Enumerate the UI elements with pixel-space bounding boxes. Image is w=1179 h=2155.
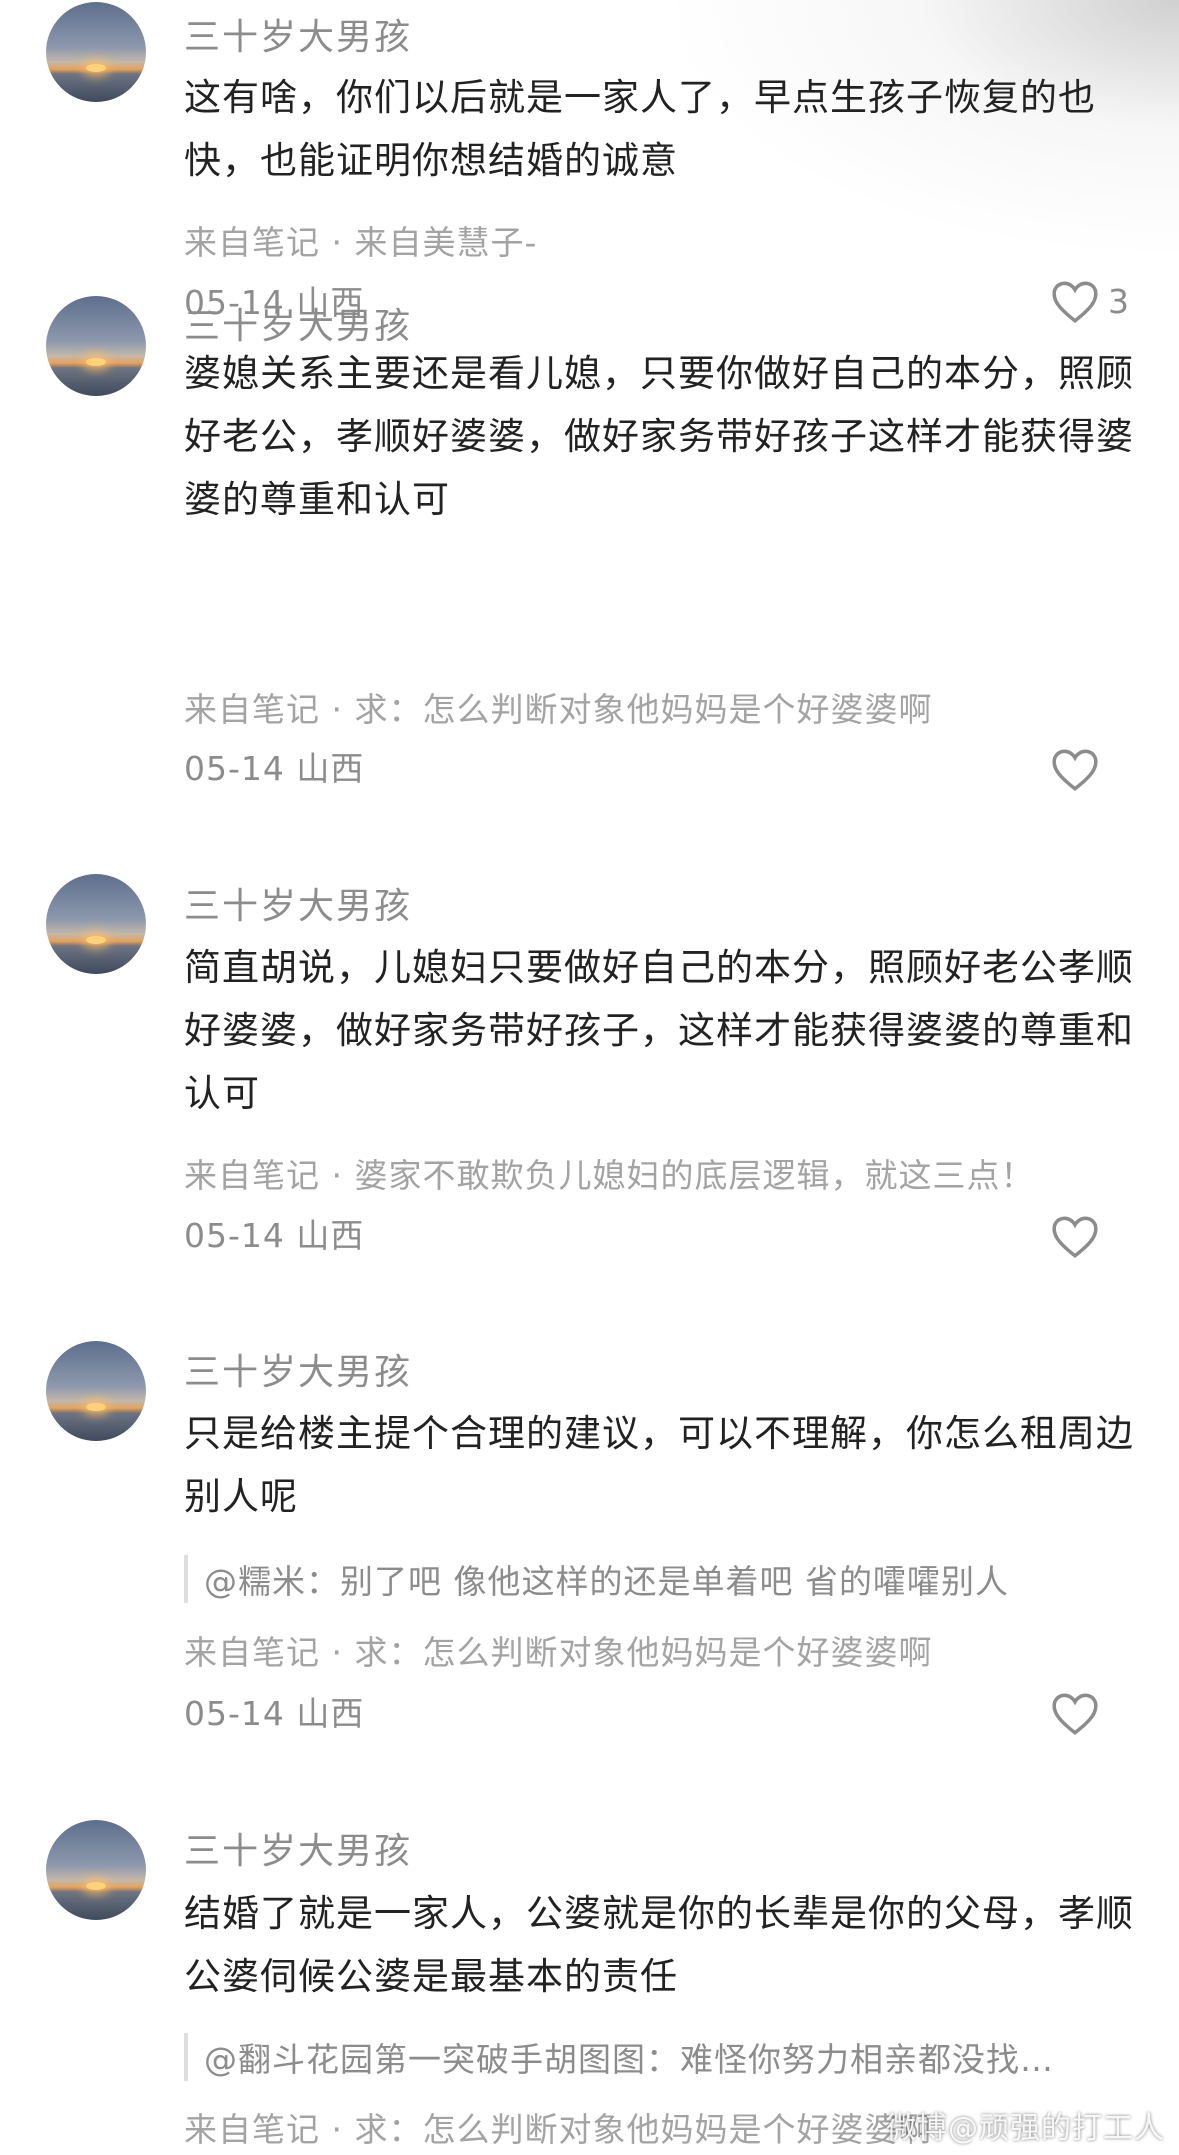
heart-outline-icon — [1052, 1216, 1098, 1259]
avatar[interactable] — [46, 296, 146, 396]
comment-source[interactable]: 来自笔记 · 求：怎么判断对象他妈妈是个好婆婆啊 — [184, 683, 932, 731]
like-button[interactable] — [1050, 1690, 1100, 1736]
quoted-reply[interactable]: @糯米：别了吧 像他这样的还是单着吧 省的嚯嚯别人 — [184, 1555, 1144, 1603]
comment-date-location: 05-14 山西 — [184, 1694, 365, 1733]
heart-outline-icon — [1052, 281, 1098, 324]
comment-date-location: 05-14 山西 — [184, 1216, 365, 1255]
comment-source[interactable]: 来自笔记 · 婆家不敢欺负儿媳妇的底层逻辑，就这三点！ — [184, 1149, 1034, 1197]
avatar[interactable] — [46, 2, 146, 102]
avatar[interactable] — [46, 1341, 146, 1441]
comment-content[interactable]: 简直胡说，儿媳妇只要做好自己的本分，照顾好老公孝顺好婆婆，做好家务带好孩子，这样… — [184, 936, 1144, 1125]
avatar[interactable] — [46, 1820, 146, 1920]
comment-source[interactable]: 来自笔记 · 来自美慧子- — [184, 216, 537, 264]
like-button[interactable] — [1050, 1213, 1100, 1259]
heart-outline-icon — [1052, 1693, 1098, 1736]
weibo-watermark: 微博@顽强的打工人 — [886, 2111, 1165, 2146]
like-button[interactable] — [1050, 746, 1100, 792]
avatar[interactable] — [46, 874, 146, 974]
comment-content[interactable]: 婆媳关系主要还是看儿媳，只要你做好自己的本分，照顾好老公，孝顺好婆婆，做好家务带… — [184, 342, 1144, 531]
comment-content[interactable]: 只是给楼主提个合理的建议，可以不理解，你怎么租周边别人呢 — [184, 1402, 1144, 1528]
comment-username[interactable]: 三十岁大男孩 — [184, 1343, 412, 1395]
like-button[interactable]: 3 — [1050, 278, 1129, 324]
comment-content[interactable]: 结婚了就是一家人，公婆就是你的长辈是你的父母，孝顺公婆伺候公婆是最基本的责任 — [184, 1882, 1144, 2008]
like-count: 3 — [1108, 281, 1129, 321]
comment-content[interactable]: 这有啥，你们以后就是一家人了，早点生孩子恢复的也快，也能证明你想结婚的诚意 — [184, 66, 1144, 192]
comment-username[interactable]: 三十岁大男孩 — [184, 877, 412, 929]
comment-username[interactable]: 三十岁大男孩 — [184, 1822, 412, 1874]
quoted-reply[interactable]: @翻斗花园第一突破手胡图图：难怪你努力相亲都没找… — [184, 2033, 1144, 2081]
heart-outline-icon — [1052, 749, 1098, 792]
comment-date-location: 05-14 山西 — [184, 749, 365, 788]
comment-source[interactable]: 来自笔记 · 求：怎么判断对象他妈妈是个好婆婆啊 — [184, 2103, 932, 2151]
comment-source[interactable]: 来自笔记 · 求：怎么判断对象他妈妈是个好婆婆啊 — [184, 1626, 932, 1674]
comment-username[interactable]: 三十岁大男孩 — [184, 8, 412, 60]
